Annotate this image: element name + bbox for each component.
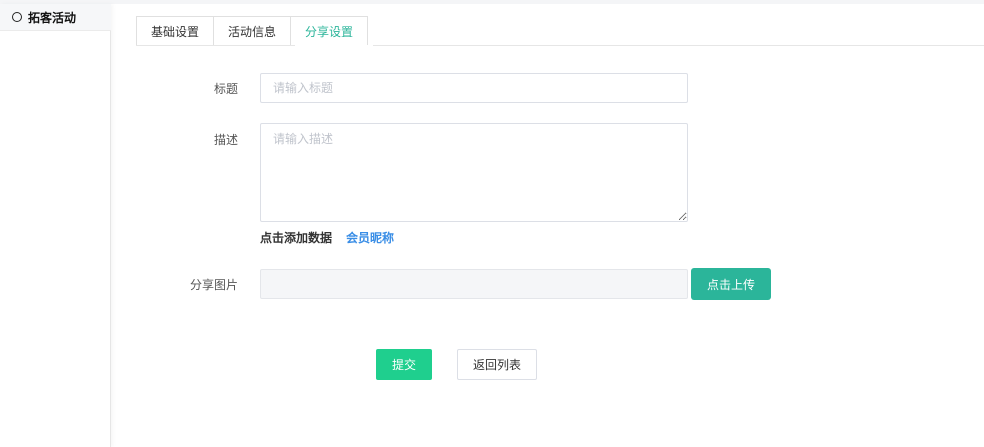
title-input[interactable]: [260, 73, 688, 103]
sidebar-item-activity[interactable]: 拓客活动: [0, 4, 111, 31]
tab-share-settings[interactable]: 分享设置: [291, 16, 369, 46]
back-to-list-button[interactable]: 返回列表: [457, 349, 537, 380]
share-image-label: 分享图片: [189, 278, 238, 292]
sidebar: 拓客活动: [0, 4, 111, 447]
active-tab-gap: [295, 45, 373, 46]
top-strip: [0, 0, 984, 4]
tab-activity-info[interactable]: 活动信息: [214, 16, 292, 46]
description-textarea[interactable]: [260, 123, 688, 222]
add-data-label: 点击添加数据: [260, 231, 333, 245]
upload-button[interactable]: 点击上传: [691, 268, 771, 300]
share-image-field[interactable]: [260, 269, 688, 299]
tab-basic-settings[interactable]: 基础设置: [136, 16, 215, 46]
title-label: 标题: [213, 82, 238, 96]
sidebar-item-label: 拓客活动: [28, 10, 77, 25]
tab-divider: [136, 45, 984, 46]
description-label: 描述: [213, 133, 238, 147]
submit-button[interactable]: 提交: [376, 349, 432, 380]
circle-icon: [12, 12, 22, 22]
member-nickname-link[interactable]: 会员昵称: [346, 229, 394, 246]
tab-bar: 基础设置 活动信息 分享设置: [136, 16, 369, 46]
